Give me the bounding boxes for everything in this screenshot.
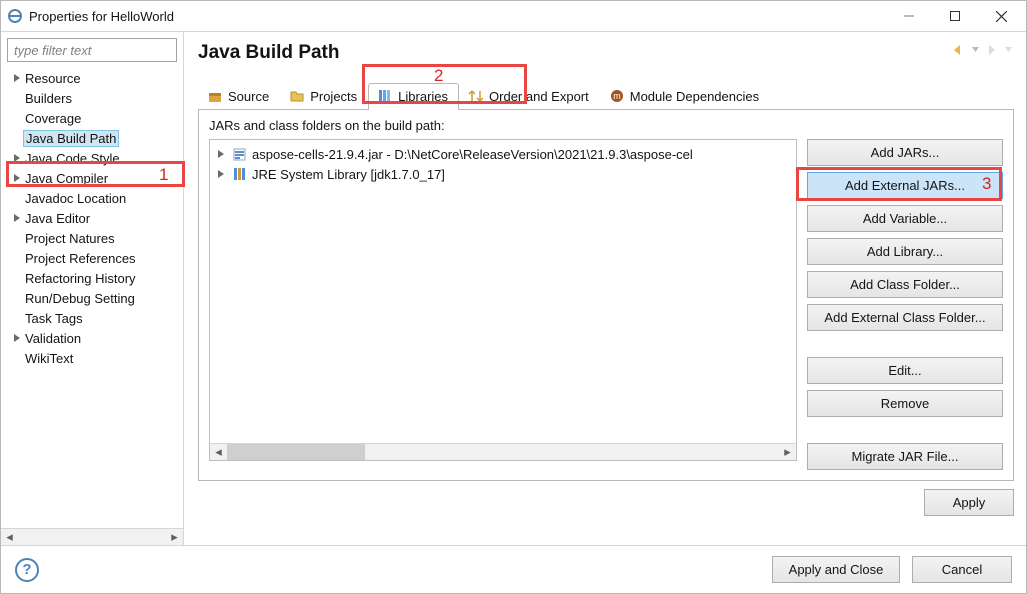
add-external-jars-button[interactable]: Add External JARs... [807, 172, 1003, 199]
tab-bar: Source Projects Libraries Order and Export m… [198, 82, 1014, 110]
nav-history [952, 44, 1012, 56]
add-jars-button[interactable]: Add JARs... [807, 139, 1003, 166]
jar-icon [232, 146, 248, 162]
dialog-footer: ? Apply and Close Cancel [1, 545, 1026, 593]
apply-and-close-button[interactable]: Apply and Close [772, 556, 900, 583]
remove-button[interactable]: Remove [807, 390, 1003, 417]
tab-label: Source [228, 89, 269, 104]
sidebar-item-java-editor[interactable]: Java Editor [1, 208, 183, 228]
sidebar-item-label: Coverage [23, 111, 83, 126]
sidebar-item-label: Task Tags [23, 311, 85, 326]
sidebar-item-coverage[interactable]: Coverage [1, 108, 183, 128]
sidebar-item-label: Validation [23, 331, 83, 346]
sidebar-item-validation[interactable]: Validation [1, 328, 183, 348]
tab-source[interactable]: Source [198, 83, 280, 109]
expand-icon [11, 334, 23, 342]
titlebar: Properties for HelloWorld [1, 1, 1026, 31]
maximize-button[interactable] [932, 1, 978, 31]
sidebar-item-label: Java Editor [23, 211, 92, 226]
jre-icon [232, 166, 248, 182]
tab-libraries[interactable]: Libraries [368, 83, 459, 109]
expand-icon [11, 154, 23, 162]
dialog-body: 1 type filter text ResourceBuildersCover… [1, 31, 1026, 545]
add-library-button[interactable]: Add Library... [807, 238, 1003, 265]
classpath-label: JARs and class folders on the build path… [209, 118, 1003, 133]
sidebar-item-java-compiler[interactable]: Java Compiler [1, 168, 183, 188]
libraries-panel: 3 JARs and class folders on the build pa… [198, 110, 1014, 481]
sidebar-item-refactoring-history[interactable]: Refactoring History [1, 268, 183, 288]
cancel-button[interactable]: Cancel [912, 556, 1012, 583]
sidebar-item-label: WikiText [23, 351, 75, 366]
forward-icon[interactable] [985, 44, 999, 56]
back-menu-icon[interactable] [972, 47, 979, 53]
page-title: Java Build Path [198, 42, 1014, 64]
classpath-tree[interactable]: aspose-cells-21.9.4.jar - D:\NetCore\Rel… [209, 139, 797, 461]
classpath-entry[interactable]: aspose-cells-21.9.4.jar - D:\NetCore\Rel… [214, 144, 796, 164]
add-class-folder-button[interactable]: Add Class Folder... [807, 271, 1003, 298]
buttons-column: Add JARs... Add External JARs... Add Var… [807, 139, 1003, 470]
sidebar-tree[interactable]: Resource Builders Coverage Java Build Path J… [1, 64, 183, 528]
sidebar-scrollbar[interactable]: ◂ ▸ [1, 528, 183, 545]
migrate-jar-button[interactable]: Migrate JAR File... [807, 443, 1003, 470]
module-icon: m [609, 88, 625, 104]
library-icon [377, 88, 393, 104]
sidebar-item-project-natures[interactable]: Project Natures [1, 228, 183, 248]
sidebar-item-task-tags[interactable]: Task Tags [1, 308, 183, 328]
sidebar-item-run-debug-setting[interactable]: Run/Debug Setting [1, 288, 183, 308]
svg-text:m: m [613, 91, 621, 101]
classpath-entry-label: aspose-cells-21.9.4.jar - D:\NetCore\Rel… [252, 147, 693, 162]
sidebar-item-label: Resource [23, 71, 83, 86]
sidebar-item-label: Javadoc Location [23, 191, 128, 206]
tab-label: Libraries [398, 89, 448, 104]
window-title: Properties for HelloWorld [29, 9, 886, 24]
tab-label: Module Dependencies [630, 89, 759, 104]
expand-icon [11, 214, 23, 222]
sidebar-item-label: Java Build Path [23, 130, 119, 147]
sidebar-item-label: Refactoring History [23, 271, 138, 286]
minimize-button[interactable] [886, 1, 932, 31]
sidebar: 1 type filter text ResourceBuildersCover… [1, 32, 184, 545]
package-icon [207, 88, 223, 104]
sidebar-item-javadoc-location[interactable]: Javadoc Location [1, 188, 183, 208]
add-external-class-folder-button[interactable]: Add External Class Folder... [807, 304, 1003, 331]
main-panel: 2 Java Build Path SourceProjectsLibrarie… [184, 32, 1026, 545]
classpath-scrollbar[interactable]: ◂ ▸ [210, 443, 796, 460]
app-icon [7, 8, 23, 24]
sidebar-item-builders[interactable]: Builders [1, 88, 183, 108]
expand-icon [11, 174, 23, 182]
classpath-entry-label: JRE System Library [jdk1.7.0_17] [252, 167, 445, 182]
expand-icon [214, 170, 228, 178]
help-icon[interactable]: ? [15, 558, 39, 582]
tab-order-and-export[interactable]: Order and Export [459, 83, 600, 109]
edit-button[interactable]: Edit... [807, 357, 1003, 384]
tab-module-dependencies[interactable]: m Module Dependencies [600, 83, 770, 109]
sidebar-item-java-build-path[interactable]: Java Build Path [1, 128, 183, 148]
sidebar-item-label: Run/Debug Setting [23, 291, 137, 306]
order-icon [468, 88, 484, 104]
classpath-entry[interactable]: JRE System Library [jdk1.7.0_17] [214, 164, 796, 184]
forward-menu-icon[interactable] [1005, 47, 1012, 53]
close-button[interactable] [978, 1, 1024, 31]
sidebar-item-label: Project References [23, 251, 138, 266]
sidebar-item-label: Java Compiler [23, 171, 110, 186]
folder-icon [289, 88, 305, 104]
sidebar-item-java-code-style[interactable]: Java Code Style [1, 148, 183, 168]
sidebar-item-wikitext[interactable]: WikiText [1, 348, 183, 368]
sidebar-item-label: Builders [23, 91, 74, 106]
sidebar-item-label: Java Code Style [23, 151, 122, 166]
sidebar-item-project-references[interactable]: Project References [1, 248, 183, 268]
tab-label: Order and Export [489, 89, 589, 104]
tab-label: Projects [310, 89, 357, 104]
apply-button[interactable]: Apply [924, 489, 1014, 516]
filter-input[interactable]: type filter text [7, 38, 177, 62]
sidebar-item-resource[interactable]: Resource [1, 68, 183, 88]
back-icon[interactable] [952, 44, 966, 56]
expand-icon [11, 74, 23, 82]
expand-icon [214, 150, 228, 158]
tab-projects[interactable]: Projects [280, 83, 368, 109]
add-variable-button[interactable]: Add Variable... [807, 205, 1003, 232]
sidebar-item-label: Project Natures [23, 231, 117, 246]
